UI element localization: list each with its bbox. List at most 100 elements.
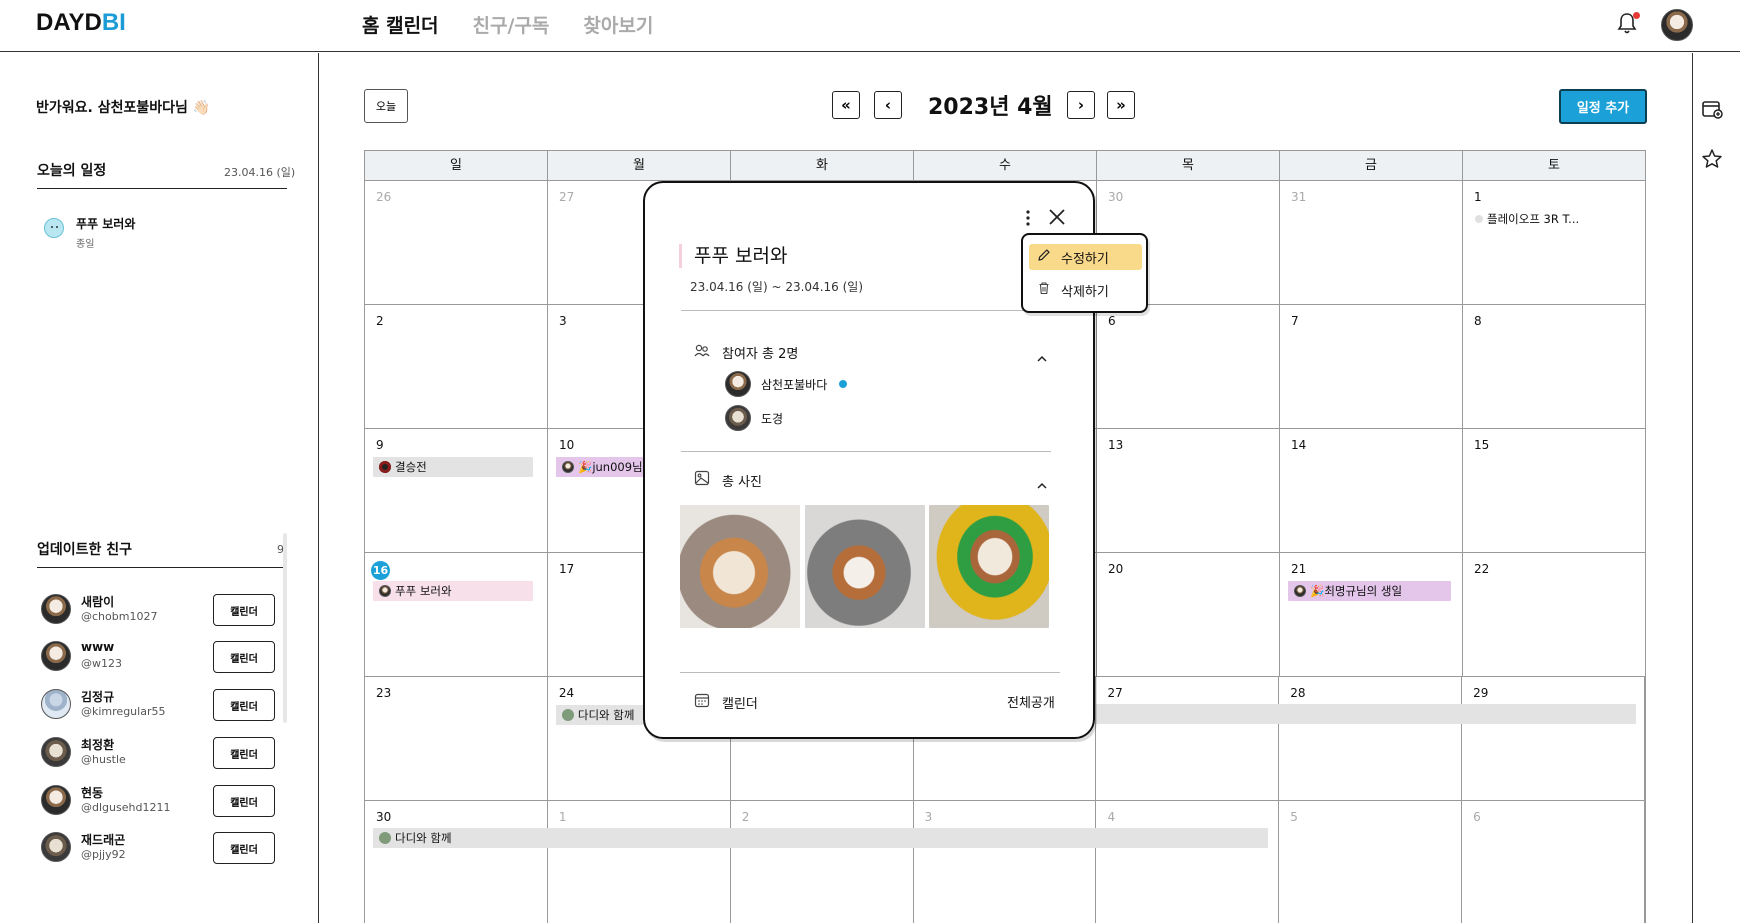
delete-menu-item[interactable]: 삭제하기	[1029, 277, 1142, 303]
calendar-event[interactable]: 다디와 함께	[555, 705, 646, 725]
friend-avatar[interactable]	[41, 785, 71, 815]
day-cell[interactable]: 21 🎉최명규님의 생일	[1280, 553, 1463, 676]
day-cell[interactable]: 2	[731, 801, 914, 923]
calendar-event[interactable]: 결승전	[373, 457, 533, 477]
today-event-time: 종일	[76, 239, 95, 250]
divider	[37, 188, 287, 189]
day-cell[interactable]: 6	[1462, 801, 1646, 923]
day-cell[interactable]: 13	[1097, 429, 1280, 552]
event-photo[interactable]	[929, 505, 1049, 628]
day-number: 14	[1291, 438, 1307, 452]
friend-avatar[interactable]	[41, 832, 71, 862]
star-icon[interactable]	[1701, 148, 1723, 170]
day-cell[interactable]: 22	[1463, 553, 1645, 676]
divider	[681, 451, 1051, 452]
today-schedule-title: 오늘의 일정	[37, 163, 107, 179]
calendar-event[interactable]: 🎉최명규님의 생일	[1288, 581, 1451, 601]
friend-calendar-button[interactable]: 캘린더	[213, 737, 275, 769]
day-number: 27	[559, 190, 575, 204]
friend-calendar-button[interactable]: 캘린더	[213, 832, 275, 864]
friend-calendar-button[interactable]: 캘린더	[213, 594, 275, 626]
calendar-event[interactable]: 푸푸 보러와	[373, 581, 533, 601]
next-year-button[interactable]: »	[1107, 91, 1135, 119]
day-number-today: 16	[371, 561, 390, 580]
event-photo[interactable]	[805, 505, 925, 628]
friend-calendar-button[interactable]: 캘린더	[213, 785, 275, 817]
calendar-add-icon[interactable]	[1701, 98, 1723, 120]
photos-label: 총 사진	[722, 474, 763, 490]
friend-list-scrollbar[interactable]	[283, 533, 287, 723]
day-number: 2	[741, 810, 750, 824]
close-icon[interactable]	[1047, 207, 1067, 227]
nav-home-calendar[interactable]: 홈 캘린더	[362, 11, 439, 38]
next-month-button[interactable]: ›	[1067, 91, 1095, 119]
day-cell[interactable]: 31	[1280, 181, 1463, 304]
nav-explore[interactable]: 찾아보기	[583, 11, 653, 38]
friend-avatar[interactable]	[41, 594, 71, 624]
calendar-label: 캘린더	[722, 696, 758, 712]
day-number: 29	[1473, 686, 1489, 700]
calendar-event[interactable]: 🎉jun009님	[556, 457, 646, 477]
friend-calendar-button[interactable]: 캘린더	[213, 641, 275, 673]
online-status-dot	[839, 380, 848, 388]
friend-avatar[interactable]	[41, 689, 71, 719]
calendar-event-span[interactable]	[1096, 704, 1636, 724]
friend-name: 최정환	[81, 738, 115, 752]
prev-year-button[interactable]: «	[832, 91, 860, 119]
day-cell[interactable]: 28	[1279, 677, 1463, 800]
day-cell[interactable]: 1	[548, 801, 731, 923]
chevron-up-icon[interactable]	[1036, 348, 1048, 362]
updated-friends-title: 업데이트한 친구	[37, 542, 133, 558]
prev-month-button[interactable]: ‹	[874, 91, 902, 119]
today-button[interactable]: 오늘	[364, 89, 408, 123]
day-cell[interactable]: 4	[1096, 801, 1280, 923]
photos-section-header[interactable]: 총 사진	[694, 470, 762, 490]
day-cell[interactable]: 26	[365, 181, 548, 304]
friend-avatar[interactable]	[41, 737, 71, 767]
day-cell[interactable]: 3	[914, 801, 1097, 923]
calendar-event[interactable]: 플레이오프 3R T...	[1469, 209, 1639, 229]
day-cell[interactable]: 30	[365, 801, 548, 923]
participant-name: 도경	[761, 411, 784, 426]
day-cell[interactable]: 6	[1097, 305, 1280, 428]
today-event-item[interactable]: 푸푸 보러와 종일	[44, 215, 135, 250]
day-cell[interactable]: 15	[1463, 429, 1645, 552]
friend-calendar-button[interactable]: 캘린더	[213, 689, 275, 721]
edit-menu-item[interactable]: 수정하기	[1029, 244, 1142, 270]
event-photo[interactable]	[680, 505, 800, 628]
day-cell[interactable]: 7	[1280, 305, 1463, 428]
user-avatar[interactable]	[1661, 9, 1693, 41]
calendar-visibility-row: 캘린더	[694, 692, 758, 712]
day-cell[interactable]: 23	[365, 677, 548, 800]
day-number: 9	[376, 438, 384, 452]
day-cell[interactable]: 9 결승전	[365, 429, 548, 552]
nav-friends-subscribe[interactable]: 친구/구독	[473, 11, 550, 38]
bell-icon[interactable]	[1616, 11, 1640, 37]
event-options-menu: 수정하기 삭제하기	[1021, 233, 1148, 313]
day-cell[interactable]: 5	[1279, 801, 1463, 923]
day-cell[interactable]: 14	[1280, 429, 1463, 552]
more-vertical-icon[interactable]	[1021, 209, 1035, 227]
day-cell[interactable]: 27	[1096, 677, 1280, 800]
day-cell[interactable]: 8	[1463, 305, 1645, 428]
chevron-up-icon[interactable]	[1036, 475, 1048, 489]
day-number: 30	[376, 810, 392, 824]
notification-dot	[1633, 12, 1640, 19]
calendar-event[interactable]: 다디와 함께	[373, 828, 1268, 848]
add-schedule-button[interactable]: 일정 추가	[1559, 89, 1647, 124]
participant-avatar[interactable]	[725, 371, 751, 397]
today-schedule-date: 23.04.16 (일)	[224, 166, 296, 179]
weekday-sun: 일	[365, 151, 548, 180]
day-cell[interactable]: 16 푸푸 보러와	[365, 553, 548, 676]
participant-avatar[interactable]	[725, 405, 751, 431]
event-date-range: 23.04.16 (일) ~ 23.04.16 (일)	[690, 280, 863, 294]
day-number: 3	[559, 314, 567, 328]
day-number: 20	[1108, 562, 1124, 576]
day-cell[interactable]: 29	[1462, 677, 1646, 800]
day-cell[interactable]: 20	[1097, 553, 1280, 676]
day-cell[interactable]: 2	[365, 305, 548, 428]
friend-avatar[interactable]	[41, 641, 71, 671]
participants-section-header[interactable]: 참여자 총 2명	[694, 343, 798, 362]
day-cell[interactable]: 1 플레이오프 3R T...	[1463, 181, 1645, 304]
logo[interactable]: DAYDBI	[36, 9, 126, 37]
